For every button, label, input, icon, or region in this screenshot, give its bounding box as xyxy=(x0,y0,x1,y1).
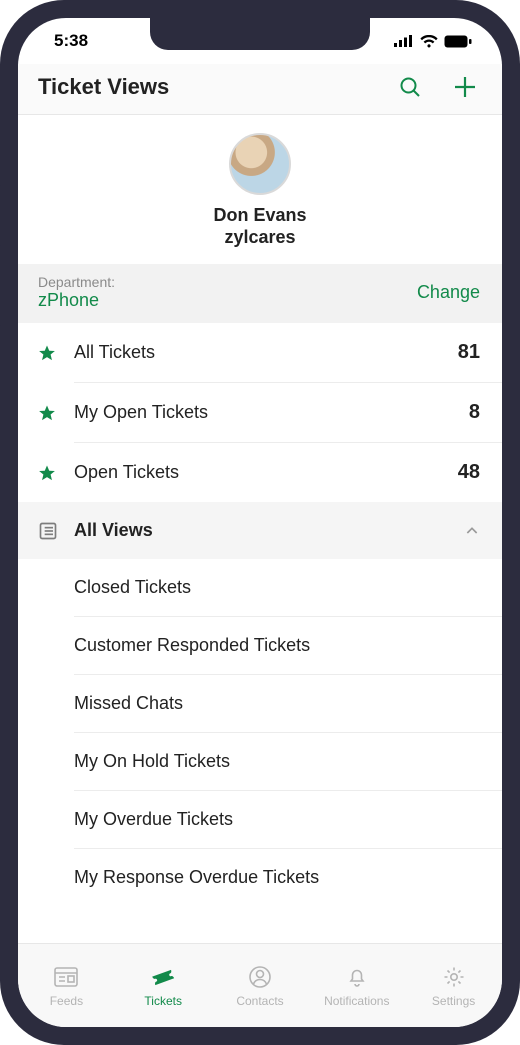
phone-frame: 5:38 Ticket Views xyxy=(0,0,520,1045)
page-title: Ticket Views xyxy=(38,74,398,100)
plus-icon xyxy=(452,74,478,100)
view-count: 81 xyxy=(458,341,480,364)
view-row-open-tickets[interactable]: Open Tickets 48 xyxy=(18,443,502,502)
tab-feeds[interactable]: Feeds xyxy=(18,944,115,1027)
notch xyxy=(150,18,370,50)
tab-label: Feeds xyxy=(50,994,83,1008)
profile-name: Don Evans xyxy=(18,203,502,227)
star-icon xyxy=(38,404,74,422)
department-value: zPhone xyxy=(38,290,115,311)
view-row[interactable]: Missed Chats xyxy=(18,675,502,732)
phone-side-button xyxy=(0,245,2,311)
search-icon xyxy=(398,75,422,99)
list-icon xyxy=(38,521,74,541)
view-row-my-open-tickets[interactable]: My Open Tickets 8 xyxy=(18,383,502,442)
view-label: My On Hold Tickets xyxy=(74,751,480,772)
status-time: 5:38 xyxy=(54,31,88,51)
view-label: Closed Tickets xyxy=(74,577,480,598)
all-views-header[interactable]: All Views xyxy=(18,502,502,559)
department-left: Department: zPhone xyxy=(38,274,115,311)
tickets-icon xyxy=(149,964,177,990)
view-label: My Open Tickets xyxy=(74,402,469,423)
contacts-icon xyxy=(248,964,272,990)
tab-label: Notifications xyxy=(324,994,389,1008)
cellular-icon xyxy=(394,35,414,47)
chevron-up-icon xyxy=(464,523,480,539)
avatar[interactable] xyxy=(229,133,291,195)
tab-label: Settings xyxy=(432,994,475,1008)
tab-label: Tickets xyxy=(144,994,182,1008)
view-label: All Tickets xyxy=(74,342,458,363)
tab-tickets[interactable]: Tickets xyxy=(115,944,212,1027)
view-row-all-tickets[interactable]: All Tickets 81 xyxy=(18,323,502,382)
view-label: Customer Responded Tickets xyxy=(74,635,480,656)
bell-icon xyxy=(345,964,369,990)
gear-icon xyxy=(442,964,466,990)
profile-org: zylcares xyxy=(18,227,502,248)
view-row[interactable]: My Response Overdue Tickets xyxy=(18,849,502,906)
view-row[interactable]: My Overdue Tickets xyxy=(18,791,502,848)
view-label: My Response Overdue Tickets xyxy=(74,867,480,888)
star-icon xyxy=(38,344,74,362)
all-views-label: All Views xyxy=(74,520,464,541)
wifi-icon xyxy=(420,35,438,48)
screen: 5:38 Ticket Views xyxy=(18,18,502,1027)
phone-side-button xyxy=(0,185,2,221)
department-row: Department: zPhone Change xyxy=(18,264,502,323)
view-label: Open Tickets xyxy=(74,462,458,483)
header-actions xyxy=(398,74,478,100)
tab-settings[interactable]: Settings xyxy=(405,944,502,1027)
view-label: My Overdue Tickets xyxy=(74,809,480,830)
views-list[interactable]: All Tickets 81 My Open Tickets 8 Open Ti… xyxy=(18,323,502,943)
view-row[interactable]: Closed Tickets xyxy=(18,559,502,616)
tab-bar: Feeds Tickets Contacts Notifications xyxy=(18,943,502,1027)
view-label: Missed Chats xyxy=(74,693,480,714)
battery-icon xyxy=(444,35,472,48)
view-row[interactable]: Customer Responded Tickets xyxy=(18,617,502,674)
search-button[interactable] xyxy=(398,75,422,99)
view-count: 8 xyxy=(469,401,480,424)
star-icon xyxy=(38,464,74,482)
tab-notifications[interactable]: Notifications xyxy=(308,944,405,1027)
profile-block: Don Evans zylcares xyxy=(18,115,502,264)
view-row[interactable]: My On Hold Tickets xyxy=(18,733,502,790)
department-label: Department: xyxy=(38,274,115,290)
view-count: 48 xyxy=(458,461,480,484)
change-department-button[interactable]: Change xyxy=(417,282,480,303)
tab-contacts[interactable]: Contacts xyxy=(212,944,309,1027)
feeds-icon xyxy=(53,964,79,990)
app-header: Ticket Views xyxy=(18,64,502,115)
status-icons xyxy=(394,35,472,48)
add-button[interactable] xyxy=(452,74,478,100)
phone-side-button xyxy=(0,325,2,391)
tab-label: Contacts xyxy=(236,994,283,1008)
